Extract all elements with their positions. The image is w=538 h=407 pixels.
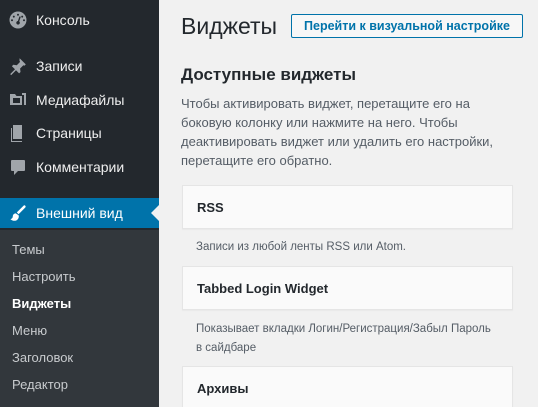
submenu-item-menus[interactable]: Меню <box>12 323 47 338</box>
submenu-item-editor[interactable]: Редактор <box>12 377 68 392</box>
sidebar-item-label: Консоль <box>36 12 90 28</box>
paintbrush-icon <box>8 203 28 223</box>
sidebar-item-label: Комментарии <box>36 159 125 175</box>
available-widgets-heading: Доступные виджеты <box>181 65 356 84</box>
sidebar-item-media[interactable]: Медиафайлы <box>0 84 159 116</box>
widget-rss[interactable]: RSS <box>182 185 513 229</box>
widget-description: Записи из любой ленты RSS или Atom. <box>196 241 407 253</box>
pushpin-icon <box>8 56 28 76</box>
sidebar-item-appearance[interactable]: Внешний вид <box>0 198 159 228</box>
submenu-item-themes[interactable]: Темы <box>12 242 45 257</box>
sidebar-item-label: Записи <box>36 58 83 74</box>
sidebar-item-label: Внешний вид <box>36 205 123 221</box>
sidebar-item-comments[interactable]: Комментарии <box>0 151 159 183</box>
pages-icon <box>8 123 28 143</box>
sidebar-item-label: Медиафайлы <box>36 92 125 108</box>
widget-title: Архивы <box>197 380 249 396</box>
visual-customize-button[interactable]: Перейти к визуальной настройке <box>291 14 523 38</box>
comment-icon <box>8 157 28 177</box>
sidebar-item-pages[interactable]: Страницы <box>0 117 159 149</box>
submenu-item-widgets[interactable]: Виджеты <box>12 296 71 311</box>
widget-archives[interactable]: Архивы <box>182 366 513 407</box>
sidebar-item-dashboard[interactable]: Консоль <box>0 4 159 36</box>
widget-title: Tabbed Login Widget <box>197 280 329 296</box>
submenu-item-header[interactable]: Заголовок <box>12 350 73 365</box>
sidebar-item-posts[interactable]: Записи <box>0 50 159 82</box>
sidebar-item-label: Страницы <box>36 125 102 141</box>
widgets-description: Чтобы активировать виджет, перетащите ег… <box>181 96 494 168</box>
media-icon <box>8 90 28 110</box>
widget-title: RSS <box>197 199 224 215</box>
submenu-item-customize[interactable]: Настроить <box>12 269 76 284</box>
appearance-submenu: Темы Настроить Виджеты Меню Заголовок Ре… <box>0 230 159 407</box>
dashboard-icon <box>8 10 28 30</box>
widget-tabbed-login[interactable]: Tabbed Login Widget <box>182 266 513 310</box>
page-title: Виджеты <box>181 13 278 39</box>
admin-sidebar: Консоль Записи Медиафайлы Страницы Комме… <box>0 0 159 407</box>
widget-description: Показывает вкладки Логин/Регистрация/Заб… <box>196 323 491 354</box>
page-edge <box>532 0 538 407</box>
